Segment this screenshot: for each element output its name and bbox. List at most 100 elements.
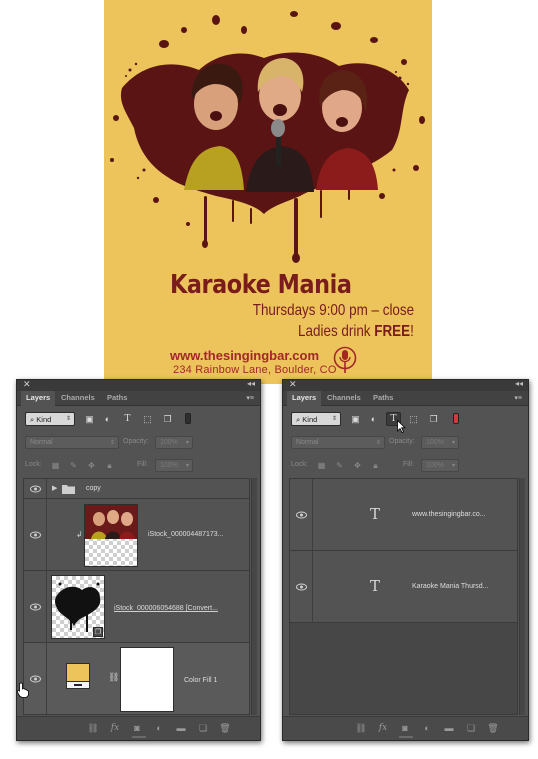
layer-row[interactable]: T www.thesingingbar.co... [290,479,517,551]
adjustment-layer-icon[interactable]: ◐ [153,723,165,734]
close-icon[interactable]: ✕ [23,379,31,390]
layer-mask-thumbnail[interactable] [120,647,174,712]
layer-name: Karaoke Mania Thursd... [412,583,489,590]
visibility-eye-icon[interactable] [30,485,41,493]
karaoke-poster: Karaoke Mania Thursdays 9:00 pm – close … [104,0,432,384]
fx-icon[interactable]: fx [109,723,121,734]
visibility-eye-icon[interactable] [296,511,307,519]
shape-filter-icon[interactable]: ⬚ [141,413,154,425]
divider [312,551,313,622]
resize-handle[interactable] [131,736,146,738]
tab-channels[interactable]: Channels [322,391,366,406]
tab-paths[interactable]: Paths [368,391,398,406]
layer-row[interactable]: ❐ iStock_000006054688 [Convert... [24,571,249,643]
filter-toggle[interactable] [453,413,459,424]
fill-value: 100% [160,462,178,469]
tab-layers[interactable]: Layers [287,391,322,406]
microphone-logo-icon [333,346,357,373]
close-icon[interactable]: ✕ [289,379,297,390]
layer-row[interactable]: ▶ copy [24,479,249,499]
fill-field[interactable]: 100% ▾ [421,459,459,472]
layer-name: iStock_000004487173... [148,531,224,538]
visibility-eye-icon[interactable] [30,675,41,683]
lock-position-icon[interactable]: ✥ [352,460,363,471]
layer-row[interactable]: T Karaoke Mania Thursd... [290,551,517,623]
fill-value: 100% [426,462,444,469]
smart-object-filter-icon[interactable]: ❐ [161,413,174,425]
lock-transparent-icon[interactable]: ▦ [50,460,61,471]
lock-transparent-icon[interactable]: ▦ [316,460,327,471]
collapse-icon[interactable]: ◂◂ [247,379,255,388]
blend-mode-select[interactable]: Normal ⇕ [25,436,119,449]
blend-mode-select[interactable]: Normal ⇕ [291,436,385,449]
layer-name: www.thesingingbar.co... [412,511,486,518]
disclosure-triangle-icon[interactable]: ▶ [52,484,57,492]
chevron-down-icon: ▾ [185,440,189,446]
adjustment-layer-icon[interactable]: ◐ [421,723,433,734]
lock-image-icon[interactable]: ✎ [334,460,345,471]
visibility-eye-icon[interactable] [30,603,41,611]
smart-object-filter-icon[interactable]: ❐ [427,413,440,425]
divider [312,479,313,550]
panel-titlebar[interactable]: ✕ ◂◂ [17,379,260,391]
fx-icon[interactable]: fx [377,723,389,734]
link-layers-icon[interactable]: ⛓ [87,723,99,734]
text-layer-icon: T [370,505,381,523]
poster-url: www.thesingingbar.com [170,348,320,363]
tab-layers[interactable]: Layers [21,391,56,406]
new-group-icon[interactable]: ▬ [175,723,187,734]
lock-image-icon[interactable]: ✎ [68,460,79,471]
fill-field[interactable]: 100% ▾ [155,459,193,472]
resize-handle[interactable] [398,736,413,738]
link-layers-icon[interactable]: ⛓ [355,723,367,734]
divider [46,571,47,642]
layer-row[interactable]: ⛓ Color Fill 1 [24,643,249,714]
type-filter-icon[interactable]: T [121,413,134,425]
panel-menu-icon[interactable]: ▾≡ [246,394,254,402]
new-layer-icon[interactable]: ❏ [197,723,209,734]
image-filter-icon[interactable]: ▣ [349,413,362,425]
type-filter-icon[interactable]: T [386,412,401,426]
layer-row[interactable]: ↲ iStock_000004487173... [24,499,249,571]
trash-icon[interactable]: 🗑︎ [487,723,499,734]
filter-kind-select[interactable]: ⌕ Kind ⇕ [25,412,75,426]
color-fill-swatch[interactable] [66,663,90,689]
panel-tabs: Layers Channels Paths ▾≡ [283,391,528,406]
folder-icon [62,485,75,494]
new-group-icon[interactable]: ▬ [443,723,455,734]
image-filter-icon[interactable]: ▣ [83,413,96,425]
filter-toggle[interactable] [185,413,191,424]
add-mask-icon[interactable]: ◙ [399,723,411,734]
chevron-down-icon: ▾ [451,463,455,469]
scrollbar[interactable] [251,478,257,715]
adjustment-filter-icon[interactable]: ◐ [101,413,114,425]
lock-all-icon[interactable]: 🔒︎ [370,460,381,471]
lock-label: Lock: [25,461,42,468]
clipping-arrow-icon: ↲ [76,530,83,539]
collapse-icon[interactable]: ◂◂ [515,379,523,388]
filter-kind-select[interactable]: ⌕ Kind ⇕ [291,412,341,426]
mask-link-icon[interactable]: ⛓ [108,672,119,683]
scrollbar[interactable] [519,478,525,715]
new-layer-icon[interactable]: ❏ [465,723,477,734]
chevron-updown-icon: ⇕ [65,416,71,422]
panel-menu-icon[interactable]: ▾≡ [514,394,522,402]
opacity-field[interactable]: 100% ▾ [421,436,459,449]
layer-name: Color Fill 1 [184,677,218,684]
layer-name: copy [86,485,101,492]
panel-titlebar[interactable]: ✕ ◂◂ [283,379,528,391]
adjustment-filter-icon[interactable]: ◐ [367,413,380,425]
lock-label: Lock: [291,461,308,468]
add-mask-icon[interactable]: ◙ [131,723,143,734]
lock-position-icon[interactable]: ✥ [86,460,97,471]
tab-paths[interactable]: Paths [102,391,132,406]
trash-icon[interactable]: 🗑︎ [219,723,231,734]
layer-thumbnail [84,504,138,567]
visibility-eye-icon[interactable] [30,531,41,539]
tab-channels[interactable]: Channels [56,391,100,406]
opacity-field[interactable]: 100% ▾ [155,436,193,449]
text-layer-icon: T [370,577,381,595]
lock-all-icon[interactable]: 🔒︎ [104,460,115,471]
visibility-eye-icon[interactable] [296,583,307,591]
shape-filter-icon[interactable]: ⬚ [407,413,420,425]
